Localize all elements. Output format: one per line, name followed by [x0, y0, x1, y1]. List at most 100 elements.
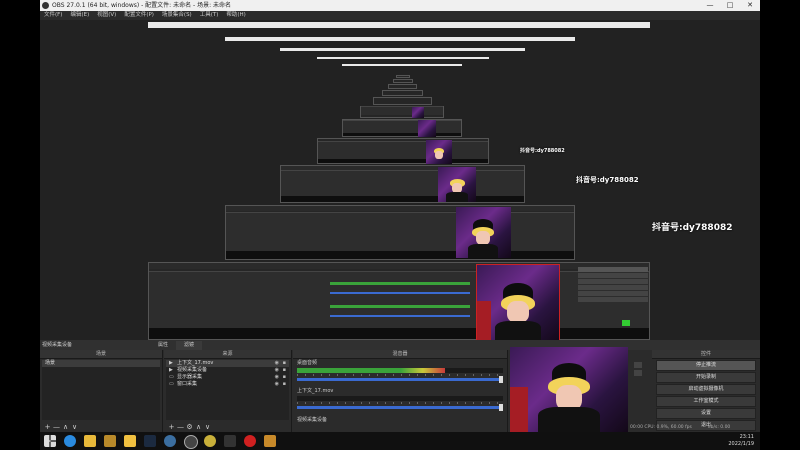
- watermark-text: 抖音号:dy788082: [520, 148, 565, 154]
- eye-icon[interactable]: ◉: [275, 367, 279, 374]
- nested-meter: [330, 282, 470, 285]
- dock-header-row: 视频采集设备 属性 滤镜: [40, 340, 760, 350]
- mixer-header: 混音器: [293, 350, 507, 359]
- mixer-panel: 混音器 桌面音频 上下文_17.mov 视频采集设备: [293, 350, 508, 432]
- eye-icon[interactable]: ◉: [275, 374, 279, 381]
- remove-source-button[interactable]: —: [176, 423, 185, 431]
- menu-view[interactable]: 视图(V): [93, 11, 120, 20]
- source-settings-icon[interactable]: ⚙: [185, 423, 194, 431]
- stop-streaming-button[interactable]: 停止推流: [656, 360, 756, 371]
- source-item[interactable]: ▶ 视频采集设备 ◉ ▪: [166, 367, 289, 374]
- nested-meter: [330, 305, 470, 308]
- nested-capture: [360, 106, 444, 118]
- source-item[interactable]: ▭ 窗口采集 ◉ ▪: [166, 381, 289, 388]
- obs-app-icon: [42, 2, 49, 9]
- settings-button[interactable]: 设置: [656, 408, 756, 419]
- menu-profile[interactable]: 配置文件(P): [120, 11, 158, 20]
- monitor-icon: ▭: [169, 374, 174, 380]
- scenes-list: 场景: [42, 360, 160, 420]
- app-icon[interactable]: [124, 435, 136, 447]
- start-recording-button[interactable]: 开始录制: [656, 372, 756, 383]
- eye-icon[interactable]: ◉: [275, 360, 279, 367]
- volume-slider[interactable]: [297, 404, 503, 411]
- play-icon: ▶: [169, 360, 173, 366]
- volume-slider-knob[interactable]: [499, 376, 503, 383]
- system-tray-clock[interactable]: 23:11 2022/1/19: [728, 434, 754, 448]
- move-scene-down-button[interactable]: ∨: [70, 423, 79, 431]
- scroll-area: [632, 360, 648, 385]
- menu-tools[interactable]: 工具(T): [196, 11, 223, 20]
- volume-slider-knob[interactable]: [499, 404, 503, 411]
- studio-mode-button[interactable]: 工作室模式: [656, 396, 756, 407]
- tab-properties[interactable]: 属性: [150, 341, 176, 350]
- nested-titlebar: [280, 48, 525, 51]
- app-icon[interactable]: [224, 435, 236, 447]
- windows-start-icon[interactable]: [44, 435, 56, 447]
- edge-icon[interactable]: [64, 435, 76, 447]
- nested-capture: [373, 97, 432, 105]
- obs-icon[interactable]: [184, 435, 198, 449]
- start-virtual-camera-button[interactable]: 启动虚拟摄像机: [656, 384, 756, 395]
- nested-status-ok: [622, 320, 630, 326]
- nested-webcam: [476, 264, 560, 340]
- source-item[interactable]: ▭ 显示器采集 ◉ ▪: [166, 374, 289, 381]
- scenes-footer: + — ∧ ∨: [40, 421, 162, 432]
- move-scene-up-button[interactable]: ∧: [61, 423, 70, 431]
- mixer-channel: 上下文_17.mov: [297, 388, 503, 416]
- channel-name: 上下文_17.mov: [297, 388, 334, 394]
- status-stats: 00:00 CPU: 0.9%, 60.00 fps: [630, 425, 692, 430]
- app-icon[interactable]: [104, 435, 116, 447]
- sources-list: ▶ 上下文_17.mov ◉ ▪ ▶ 视频采集设备 ◉ ▪ ▭ 显示器采集 ◉ ▪ ▭ 窗口采集 ◉ ▪: [166, 360, 289, 420]
- sources-panel: 来源 ▶ 上下文_17.mov ◉ ▪ ▶ 视频采集设备 ◉ ▪ ▭ 显示器采集 ◉ ▪ ▭ 窗口采…: [164, 350, 292, 432]
- app-icon[interactable]: [144, 435, 156, 447]
- nested-titlebar: [225, 37, 575, 41]
- play-icon: ▶: [169, 367, 173, 373]
- minimize-button[interactable]: —: [700, 0, 720, 11]
- dock-area: 场景 场景 + — ∧ ∨ 来源 ▶ 上下文_17.mov ◉ ▪ ▶ 视频采集设备 ◉ ▪…: [40, 347, 760, 432]
- letterbox-left: [0, 0, 40, 450]
- nested-capture: [393, 79, 413, 83]
- menu-file[interactable]: 文件(F): [40, 11, 66, 20]
- tray-time: 23:11: [739, 434, 754, 440]
- move-source-up-button[interactable]: ∧: [194, 423, 203, 431]
- add-scene-button[interactable]: +: [43, 423, 52, 431]
- move-source-down-button[interactable]: ∨: [203, 423, 212, 431]
- app-icon[interactable]: [264, 435, 276, 447]
- lock-icon[interactable]: ▪: [283, 381, 286, 388]
- maximize-button[interactable]: □: [720, 0, 740, 11]
- nested-capture: [317, 138, 489, 164]
- source-item[interactable]: ▶ 上下文_17.mov ◉ ▪: [166, 360, 289, 367]
- scene-item[interactable]: 场景: [42, 360, 160, 367]
- lock-icon[interactable]: ▪: [283, 374, 286, 381]
- preview-canvas[interactable]: 抖音号:dy788082 抖音号:dy788082 抖音号:dy788082: [40, 20, 760, 340]
- remove-scene-button[interactable]: —: [52, 423, 61, 431]
- nested-webcam: [438, 167, 476, 202]
- close-button[interactable]: ✕: [740, 0, 760, 11]
- app-icon[interactable]: [204, 435, 216, 447]
- volume-slider[interactable]: [297, 376, 503, 383]
- watermark-text: 抖音号:dy788082: [652, 223, 733, 233]
- menu-help[interactable]: 帮助(H): [222, 11, 249, 20]
- eye-icon[interactable]: ◉: [275, 381, 279, 388]
- app-icon[interactable]: [244, 435, 256, 447]
- lock-icon[interactable]: ▪: [283, 367, 286, 374]
- window-icon: ▭: [169, 381, 174, 387]
- file-explorer-icon[interactable]: [84, 435, 96, 447]
- add-source-button[interactable]: +: [167, 423, 176, 431]
- watermark-text: 抖音号:dy788082: [576, 176, 639, 184]
- nested-webcam: [456, 207, 511, 258]
- lock-icon[interactable]: ▪: [283, 360, 286, 367]
- tray-date: 2022/1/19: [728, 441, 754, 447]
- menu-scene-collection[interactable]: 场景集合(S): [158, 11, 196, 20]
- nested-slider: [330, 315, 470, 317]
- nested-slider: [330, 292, 470, 294]
- mixer-channel-name: 视频采集设备: [297, 417, 328, 423]
- nested-capture: [396, 75, 410, 78]
- nested-controls: [578, 266, 648, 336]
- controls-panel: 控件 停止推流 开始录制 启动虚拟摄像机 工作室模式 设置 退出: [652, 350, 760, 432]
- obs-window: OBS 27.0.1 (64 bit, windows) - 配置文件: 未命名…: [40, 0, 760, 450]
- steam-icon[interactable]: [164, 435, 176, 447]
- volume-meter: [297, 368, 503, 376]
- menu-edit[interactable]: 编辑(E): [66, 11, 93, 20]
- tab-filters[interactable]: 滤镜: [176, 341, 203, 350]
